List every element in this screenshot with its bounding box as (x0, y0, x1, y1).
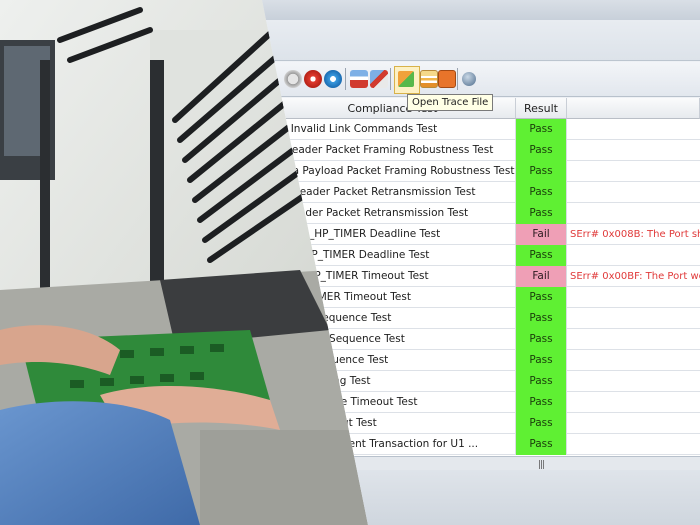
column-header-result[interactable]: Result (516, 98, 567, 119)
error-message-cell (567, 371, 700, 392)
export-icon[interactable] (438, 70, 456, 88)
result-cell: Fail (516, 224, 567, 245)
error-message-cell (567, 182, 700, 203)
error-message-cell (567, 329, 700, 350)
delete-icon[interactable] (370, 70, 388, 88)
error-message-cell (567, 119, 700, 140)
tooltip-open-trace-file: Open Trace File (407, 94, 494, 111)
error-message-cell (567, 287, 700, 308)
error-message-cell (567, 308, 700, 329)
result-cell: Pass (516, 119, 567, 140)
result-cell: Pass (516, 203, 567, 224)
result-cell: Pass (516, 182, 567, 203)
test-name-cell: RX Header Packet Retransmission Test (270, 182, 516, 203)
globe-icon[interactable] (462, 72, 476, 86)
toolbar-separator-3 (457, 68, 458, 90)
toolbar-separator (345, 68, 346, 90)
error-message-cell (567, 245, 700, 266)
test-name-cell: Data Payload Packet Framing Robustness T… (270, 161, 516, 182)
result-cell: Pass (516, 245, 567, 266)
test-name-cell: X Header Packet Retransmission Test (270, 203, 516, 224)
error-message-cell (567, 140, 700, 161)
error-message-cell (567, 413, 700, 434)
record-icon[interactable] (284, 70, 302, 88)
result-cell: Pass (516, 413, 567, 434)
open-trace-icon (398, 71, 414, 87)
result-cell: Pass (516, 329, 567, 350)
error-message-cell (567, 434, 700, 455)
result-cell: Pass (516, 287, 567, 308)
clear-icon[interactable] (350, 70, 368, 88)
scrollbar-grip[interactable]: ||| (538, 460, 545, 470)
result-cell: Pass (516, 308, 567, 329)
error-message-cell (567, 392, 700, 413)
report-icon[interactable] (420, 70, 438, 88)
column-header-label: Result (524, 101, 558, 115)
stop-icon[interactable] (304, 70, 322, 88)
column-header-message[interactable] (567, 98, 700, 119)
open-trace-button[interactable] (394, 66, 420, 94)
play-icon[interactable] (324, 70, 342, 88)
test-name-cell: 5 Header Packet Framing Robustness Test (270, 140, 516, 161)
error-message-cell (567, 203, 700, 224)
result-cell: Pass (516, 371, 567, 392)
error-message-cell: SErr# 0x00BF: The Port went to (570, 271, 700, 282)
result-cell: Pass (516, 140, 567, 161)
result-cell: Fail (516, 266, 567, 287)
toolbar-separator-2 (390, 68, 391, 90)
error-message-cell: SErr# 0x008B: The Port should r (570, 229, 700, 240)
error-message-cell (567, 161, 700, 182)
result-cell: Pass (516, 434, 567, 455)
test-name-cell: 04 Invalid Link Commands Test (270, 119, 516, 140)
error-message-cell (567, 350, 700, 371)
result-cell: Pass (516, 161, 567, 182)
result-cell: Pass (516, 350, 567, 371)
result-cell: Pass (516, 392, 567, 413)
